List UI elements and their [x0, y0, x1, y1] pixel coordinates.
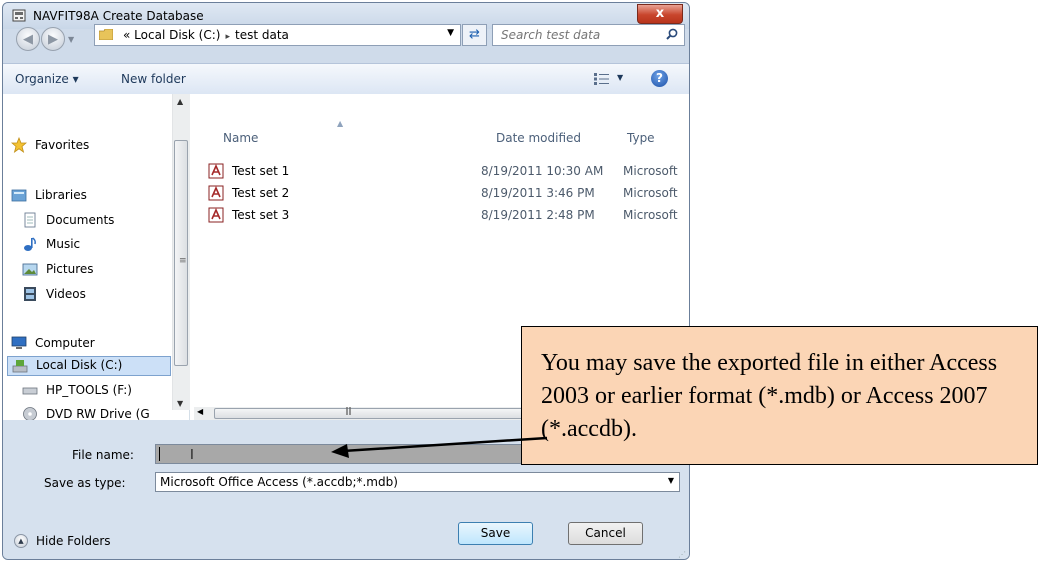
forward-button[interactable]: ▶ — [41, 27, 65, 51]
refresh-button[interactable]: ⇄ — [462, 24, 487, 46]
nav-pane-scrollbar[interactable]: ▲ ≡ ▼ — [172, 94, 190, 410]
back-arrow-icon: ◀ — [23, 32, 33, 47]
file-type: Microsoft — [623, 186, 678, 200]
sort-ascending-icon: ▲ — [337, 119, 344, 128]
address-dropdown-icon[interactable]: ▼ — [447, 28, 454, 38]
text-cursor — [159, 447, 160, 461]
new-folder-button[interactable]: New folder — [121, 72, 186, 86]
organize-menu[interactable]: Organize ▾ — [15, 72, 79, 86]
breadcrumb: « Local Disk (C:) ▸ test data — [123, 28, 289, 42]
pictures-icon — [22, 263, 38, 276]
breadcrumb-test-data[interactable]: test data — [235, 28, 289, 42]
view-options-dropdown-icon[interactable]: ▼ — [617, 73, 623, 82]
collapse-up-icon: ▲ — [14, 534, 28, 548]
file-name-label: File name: — [72, 448, 134, 462]
file-type: Microsoft — [623, 208, 678, 222]
file-row[interactable]: Test set 1 8/19/2011 10:30 AM Microsoft — [208, 162, 688, 182]
resize-grip-icon[interactable]: ⋰ — [678, 550, 686, 559]
star-icon — [11, 137, 27, 153]
file-date: 8/19/2011 3:46 PM — [481, 186, 595, 200]
column-header-name[interactable]: Name — [223, 131, 258, 145]
scroll-up-icon[interactable]: ▲ — [177, 97, 183, 106]
app-icon — [12, 9, 26, 22]
scroll-left-icon[interactable]: ◀ — [197, 407, 203, 416]
file-type: Microsoft — [623, 164, 678, 178]
callout-text: You may save the exported file in either… — [541, 350, 998, 442]
access-file-icon — [208, 207, 224, 223]
scroll-grip-icon: ≡ — [179, 256, 187, 266]
file-name: Test set 3 — [232, 208, 290, 222]
forward-arrow-icon: ▶ — [48, 32, 58, 47]
save-as-type-label: Save as type: — [44, 476, 126, 490]
search-icon[interactable] — [666, 28, 678, 40]
breadcrumb-local-disk[interactable]: Local Disk (C:) — [134, 28, 220, 42]
search-input[interactable] — [493, 25, 669, 45]
file-name: Test set 1 — [232, 164, 290, 178]
navigation-pane: Favorites Libraries Documents Music Pict… — [3, 94, 190, 421]
computer-icon — [11, 336, 27, 349]
file-name: Test set 2 — [232, 186, 290, 200]
save-as-type-select[interactable]: Microsoft Office Access (*.accdb;*.mdb) … — [155, 472, 680, 492]
scroll-down-icon[interactable]: ▼ — [177, 399, 183, 408]
window-title: NAVFIT98A Create Database — [33, 9, 204, 23]
breadcrumb-separator-icon[interactable]: ▸ — [225, 32, 230, 42]
save-button[interactable]: Save — [458, 522, 533, 545]
column-header-date-modified[interactable]: Date modified — [496, 131, 581, 145]
file-row[interactable]: Test set 3 8/19/2011 2:48 PM Microsoft — [208, 206, 688, 226]
music-icon — [24, 237, 36, 251]
folder-icon — [99, 29, 113, 40]
close-button[interactable]: x — [637, 4, 683, 24]
nav-item-local-disk[interactable]: Local Disk (C:) — [7, 356, 171, 376]
drive-icon — [22, 387, 38, 395]
create-database-dialog: NAVFIT98A Create Database x ◀ ▶ ▼ « Loca… — [2, 2, 690, 560]
document-icon — [24, 212, 36, 228]
annotation-arrow — [331, 436, 548, 458]
address-bar[interactable]: « Local Disk (C:) ▸ test data ▼ — [94, 24, 461, 46]
back-button[interactable]: ◀ — [16, 27, 40, 51]
annotation-callout: You may save the exported file in either… — [521, 326, 1038, 465]
horizontal-grip-icon: ‖‖ — [345, 406, 352, 415]
scrollbar-thumb[interactable]: ≡ — [174, 140, 188, 366]
videos-icon — [24, 287, 36, 301]
recent-pages-dropdown-icon[interactable]: ▼ — [68, 35, 74, 44]
library-icon — [11, 189, 27, 202]
file-date: 8/19/2011 10:30 AM — [481, 164, 604, 178]
file-list-horizontal-scrollbar[interactable]: ◀ ‖‖ — [194, 406, 544, 420]
help-glyph: ? — [656, 71, 663, 85]
local-disk-icon — [12, 360, 28, 373]
save-as-type-value: Microsoft Office Access (*.accdb;*.mdb) — [160, 475, 398, 489]
ibeam-cursor-icon: I — [190, 448, 194, 463]
refresh-icon: ⇄ — [469, 27, 480, 42]
cancel-button[interactable]: Cancel — [568, 522, 643, 545]
access-file-icon — [208, 163, 224, 179]
file-date: 8/19/2011 2:48 PM — [481, 208, 595, 222]
access-file-icon — [208, 185, 224, 201]
file-row[interactable]: Test set 2 8/19/2011 3:46 PM Microsoft — [208, 184, 688, 204]
search-box[interactable] — [492, 24, 685, 46]
column-header-type[interactable]: Type — [627, 131, 655, 145]
change-view-icon[interactable] — [594, 73, 610, 85]
close-icon: x — [655, 6, 665, 21]
command-bar: Organize ▾ New folder ▼ ? — [3, 63, 689, 95]
hide-folders-label: Hide Folders — [36, 534, 111, 548]
breadcrumb-overflow[interactable]: « — [123, 28, 130, 42]
chevron-down-icon[interactable]: ▼ — [668, 476, 674, 485]
help-icon[interactable]: ? — [651, 70, 668, 87]
horizontal-scroll-thumb[interactable]: ‖‖ — [214, 406, 534, 419]
